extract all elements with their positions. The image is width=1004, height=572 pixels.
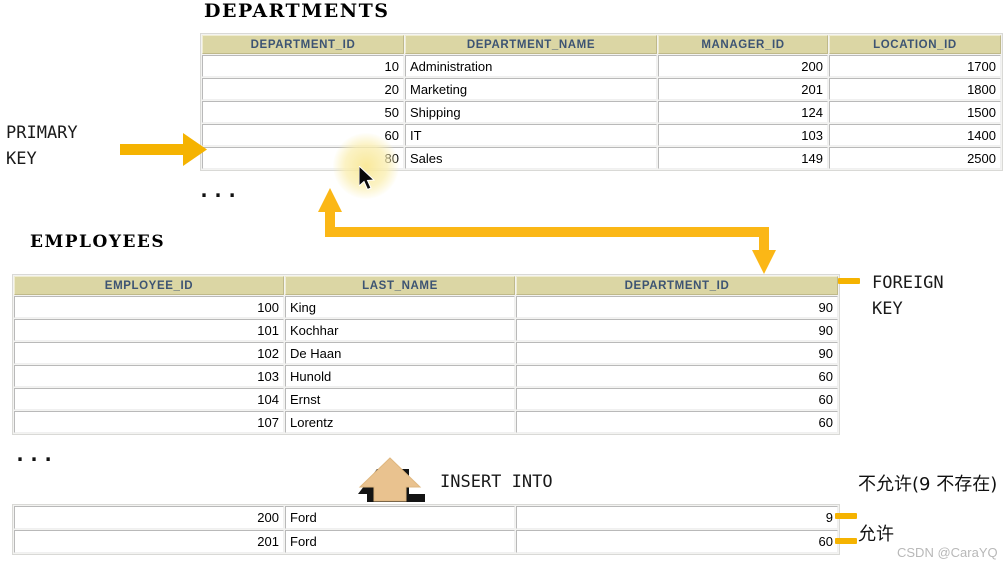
cell-employee-id: 107 bbox=[14, 411, 284, 433]
cell-location-id: 1500 bbox=[829, 101, 1001, 123]
cell-department-id: 60 bbox=[516, 530, 838, 553]
departments-more-rows-ellipsis: ... bbox=[198, 178, 241, 202]
cell-department-name: Sales bbox=[405, 147, 657, 169]
primary-key-label: PRIMARY KEY bbox=[6, 123, 78, 169]
employees-table-title: EMPLOYEES bbox=[30, 232, 166, 252]
cell-location-id: 1800 bbox=[829, 78, 1001, 100]
cell-department-id: 60 bbox=[516, 388, 838, 410]
foreign-key-label: FOREIGN KEY bbox=[872, 273, 944, 319]
cell-last-name: Ford bbox=[285, 506, 515, 529]
cell-department-id: 10 bbox=[202, 55, 404, 77]
csdn-watermark: CSDN @CaraYQ bbox=[897, 545, 998, 560]
primary-key-arrow-icon bbox=[120, 133, 207, 166]
table-row: 50 Shipping 124 1500 bbox=[202, 101, 1001, 123]
insert-into-arrow-icon bbox=[358, 457, 425, 502]
cell-location-id: 1400 bbox=[829, 124, 1001, 146]
column-header-department-id: DEPARTMENT_ID bbox=[516, 276, 838, 295]
cell-last-name: Lorentz bbox=[285, 411, 515, 433]
table-row: 103 Hunold 60 bbox=[14, 365, 838, 387]
table-row: 60 IT 103 1400 bbox=[202, 124, 1001, 146]
cell-department-name: Administration bbox=[405, 55, 657, 77]
cell-last-name: De Haan bbox=[285, 342, 515, 364]
cell-employee-id: 201 bbox=[14, 530, 284, 553]
not-allowed-note: 不允许(9 不存在) bbox=[858, 474, 998, 495]
employees-table: EMPLOYEE_ID LAST_NAME DEPARTMENT_ID 100 … bbox=[12, 274, 840, 435]
cell-employee-id: 102 bbox=[14, 342, 284, 364]
table-row: 201 Ford 60 bbox=[14, 530, 838, 553]
table-row: 104 Ernst 60 bbox=[14, 388, 838, 410]
cell-location-id: 2500 bbox=[829, 147, 1001, 169]
diagram-canvas: DEPARTMENTS DEPARTMENT_ID DEPARTMENT_NAM… bbox=[0, 0, 1004, 572]
table-row: 100 King 90 bbox=[14, 296, 838, 318]
cell-manager-id: 124 bbox=[658, 101, 828, 123]
departments-header-row: DEPARTMENT_ID DEPARTMENT_NAME MANAGER_ID… bbox=[202, 35, 1001, 54]
cell-manager-id: 149 bbox=[658, 147, 828, 169]
departments-table: DEPARTMENT_ID DEPARTMENT_NAME MANAGER_ID… bbox=[200, 33, 1003, 171]
cell-last-name: Hunold bbox=[285, 365, 515, 387]
column-header-manager-id: MANAGER_ID bbox=[658, 35, 828, 54]
table-row: 107 Lorentz 60 bbox=[14, 411, 838, 433]
cell-employee-id: 103 bbox=[14, 365, 284, 387]
cell-department-id: 20 bbox=[202, 78, 404, 100]
cell-employee-id: 101 bbox=[14, 319, 284, 341]
column-header-last-name: LAST_NAME bbox=[285, 276, 515, 295]
cell-last-name: Ford bbox=[285, 530, 515, 553]
insert-into-label: INSERT INTO bbox=[440, 472, 553, 492]
mouse-cursor-icon bbox=[359, 166, 376, 191]
column-header-location-id: LOCATION_ID bbox=[829, 35, 1001, 54]
table-row: 10 Administration 200 1700 bbox=[202, 55, 1001, 77]
cell-manager-id: 200 bbox=[658, 55, 828, 77]
cell-location-id: 1700 bbox=[829, 55, 1001, 77]
cell-department-id: 50 bbox=[202, 101, 404, 123]
cell-employee-id: 104 bbox=[14, 388, 284, 410]
cell-department-id: 9 bbox=[516, 506, 838, 529]
departments-table-title: DEPARTMENTS bbox=[204, 0, 390, 22]
cell-last-name: Kochhar bbox=[285, 319, 515, 341]
table-row: 20 Marketing 201 1800 bbox=[202, 78, 1001, 100]
cell-department-id: 90 bbox=[516, 296, 838, 318]
cell-department-name: IT bbox=[405, 124, 657, 146]
relationship-connector-arrow-icon bbox=[318, 188, 776, 274]
cell-manager-id: 103 bbox=[658, 124, 828, 146]
cell-department-name: Shipping bbox=[405, 101, 657, 123]
cell-department-id: 60 bbox=[516, 411, 838, 433]
foreign-key-dash-marker bbox=[838, 278, 860, 284]
table-row: 200 Ford 9 bbox=[14, 506, 838, 529]
table-row: 102 De Haan 90 bbox=[14, 342, 838, 364]
cell-employee-id: 100 bbox=[14, 296, 284, 318]
column-header-employee-id: EMPLOYEE_ID bbox=[14, 276, 284, 295]
cell-manager-id: 201 bbox=[658, 78, 828, 100]
allowed-note: 允许 bbox=[858, 524, 894, 545]
employees-header-row: EMPLOYEE_ID LAST_NAME DEPARTMENT_ID bbox=[14, 276, 838, 295]
cell-department-name: Marketing bbox=[405, 78, 657, 100]
cell-employee-id: 200 bbox=[14, 506, 284, 529]
employees-more-rows-ellipsis: ... bbox=[14, 442, 57, 466]
column-header-department-id: DEPARTMENT_ID bbox=[202, 35, 404, 54]
table-row: 80 Sales 149 2500 bbox=[202, 147, 1001, 169]
not-allowed-dash-marker bbox=[835, 513, 857, 519]
cell-last-name: King bbox=[285, 296, 515, 318]
insert-rows-table: 200 Ford 9 201 Ford 60 bbox=[12, 504, 840, 555]
table-row: 101 Kochhar 90 bbox=[14, 319, 838, 341]
allowed-dash-marker bbox=[835, 538, 857, 544]
cell-department-id: 60 bbox=[516, 365, 838, 387]
cell-department-id: 90 bbox=[516, 319, 838, 341]
cell-last-name: Ernst bbox=[285, 388, 515, 410]
column-header-department-name: DEPARTMENT_NAME bbox=[405, 35, 657, 54]
cell-department-id: 90 bbox=[516, 342, 838, 364]
